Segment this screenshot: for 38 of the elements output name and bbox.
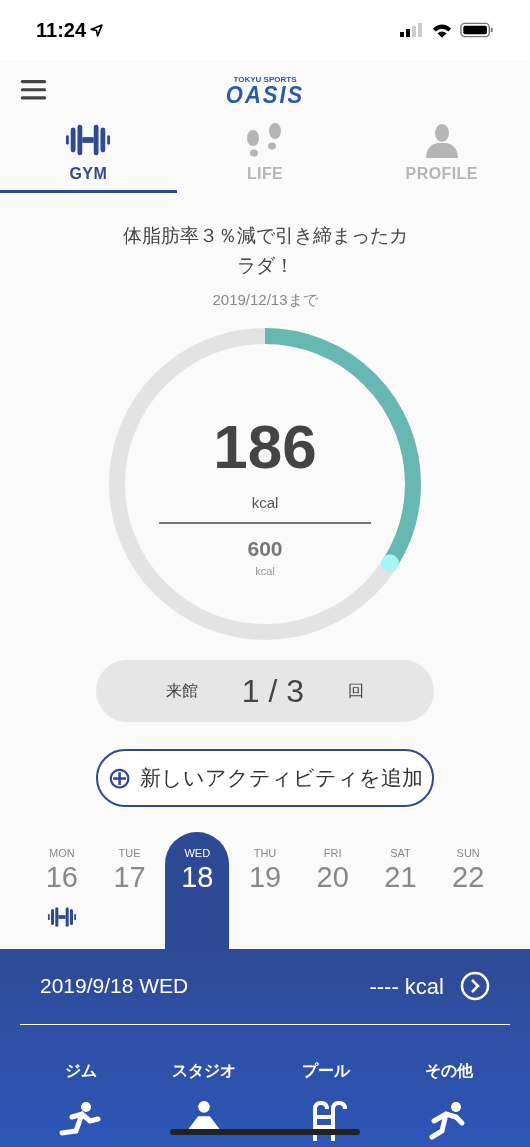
kcal-unit: kcal <box>251 492 279 513</box>
day-tab[interactable]: TUE 17 <box>97 831 162 949</box>
goal-title: 体脂肪率３％減で引き締まったカラダ！ <box>122 224 408 278</box>
day-tab[interactable]: SAT 21 <box>368 831 433 949</box>
logo: OASIS <box>225 82 305 108</box>
panel-date: 2019/9/18 WED <box>40 973 189 1000</box>
category-label[interactable]: スタジオ <box>171 1058 236 1083</box>
wifi-icon <box>432 22 452 38</box>
category-label[interactable]: ジム <box>65 1058 98 1083</box>
tab[interactable]: LIFE <box>176 118 354 193</box>
gym-logged-icon <box>46 906 77 928</box>
menu-icon[interactable] <box>20 80 47 100</box>
signal-icon <box>400 23 424 37</box>
plus-icon: ⊕ <box>107 762 132 793</box>
day-tab[interactable]: FRI 20 <box>300 831 365 949</box>
visit-count: 1 / 3 <box>241 671 305 711</box>
location-arrow-icon <box>90 23 104 37</box>
tab[interactable]: PROFILE <box>353 118 530 193</box>
visit-unit: 回 <box>348 680 365 701</box>
target-value: 600 <box>247 538 283 559</box>
category-label[interactable]: その他 <box>424 1058 473 1083</box>
day-tab[interactable]: MON 16 <box>30 831 94 949</box>
day-tab[interactable]: WED 18 <box>165 831 230 949</box>
status-time: 11:24 <box>36 18 87 43</box>
dumbbell-icon <box>65 122 112 158</box>
kcal-value: 186 <box>213 415 317 478</box>
day-tab[interactable]: THU 19 <box>233 831 297 949</box>
chevron-circle-icon[interactable] <box>460 971 490 1001</box>
panel-kcal: ---- kcal <box>369 972 444 1001</box>
goal-deadline: 2019/12/13まで <box>212 290 318 310</box>
visit-label: 来館 <box>165 680 198 701</box>
day-tab[interactable]: SUN 22 <box>436 831 501 949</box>
category-label[interactable]: プール <box>302 1058 351 1083</box>
add-activity-button[interactable]: ⊕ 新しいアクティビティを追加 <box>96 748 434 807</box>
logo-subtitle: TOKYU SPORTS <box>233 76 297 84</box>
battery-icon <box>460 22 494 38</box>
target-unit: kcal <box>255 564 275 579</box>
tab[interactable]: GYM <box>0 118 177 193</box>
